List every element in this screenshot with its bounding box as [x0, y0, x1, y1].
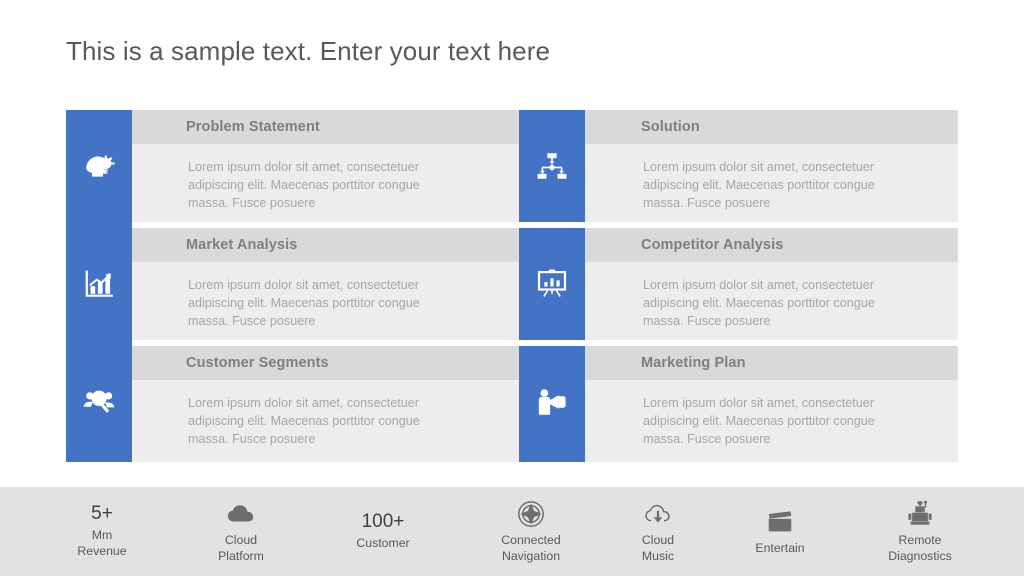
stat-item-connected-navigation[interactable]: Connected Navigation — [470, 487, 592, 576]
matrix-cell-solution[interactable]: Solution Lorem ipsum dolor sit amet, con… — [585, 110, 958, 222]
stat-label: Customer — [356, 536, 410, 551]
right-rows: Solution Lorem ipsum dolor sit amet, con… — [585, 110, 958, 462]
stat-item-cloud-music[interactable]: Cloud Music — [600, 487, 716, 576]
cell-body: Lorem ipsum dolor sit amet, consectetuer… — [132, 144, 519, 222]
presentation-chart-icon — [519, 228, 585, 340]
cell-body-text: Lorem ipsum dolor sit amet, consectetuer… — [643, 396, 875, 447]
left-icon-rail — [66, 110, 132, 462]
right-icon-rail — [519, 110, 585, 462]
matrix-cell-market-analysis[interactable]: Market Analysis Lorem ipsum dolor sit am… — [132, 228, 519, 340]
cell-body-text: Lorem ipsum dolor sit amet, consectetuer… — [188, 160, 420, 211]
stat-label: Cloud Music — [641, 532, 675, 563]
stat-label: Connected Navigation — [501, 532, 561, 563]
stat-label: Remote Diagnostics — [888, 532, 952, 563]
cell-header: Market Analysis — [132, 228, 519, 262]
cell-heading-text: Solution — [641, 119, 700, 135]
robot-icon — [908, 500, 932, 525]
cell-heading-text: Market Analysis — [186, 237, 298, 253]
matrix-cell-customer-segments[interactable]: Customer Segments Lorem ipsum dolor sit … — [132, 346, 519, 462]
compass-icon — [518, 500, 544, 527]
stat-label: Mm Revenue — [77, 528, 127, 558]
cloud-download-icon — [645, 504, 670, 523]
matrix-cell-competitor-analysis[interactable]: Competitor Analysis Lorem ipsum dolor si… — [585, 228, 958, 340]
cell-body-text: Lorem ipsum dolor sit amet, consectetuer… — [188, 396, 420, 447]
cell-body-text: Lorem ipsum dolor sit amet, consectetuer… — [643, 160, 875, 211]
cell-heading-text: Customer Segments — [186, 355, 329, 371]
matrix-left-column: Problem Statement Lorem ipsum dolor sit … — [66, 110, 519, 462]
cell-body: Lorem ipsum dolor sit amet, consectetuer… — [585, 262, 958, 340]
cell-body-text: Lorem ipsum dolor sit amet, consectetuer… — [643, 278, 875, 329]
matrix-cell-marketing-plan[interactable]: Marketing Plan Lorem ipsum dolor sit ame… — [585, 346, 958, 462]
stat-label: Entertain — [755, 540, 805, 555]
stat-value: 100+ — [361, 511, 405, 533]
stat-item-entertain[interactable]: Entertain — [722, 487, 838, 576]
cell-body: Lorem ipsum dolor sit amet, consectetuer… — [132, 380, 519, 462]
bar-chart-growth-icon — [66, 228, 132, 340]
clapperboard-icon — [768, 510, 792, 531]
cell-body: Lorem ipsum dolor sit amet, consectetuer… — [585, 144, 958, 222]
stat-value: 5+ — [91, 503, 113, 525]
cell-header: Problem Statement — [132, 110, 519, 144]
matrix-container: Problem Statement Lorem ipsum dolor sit … — [66, 110, 958, 462]
stat-item-remote-diagnostics[interactable]: Remote Diagnostics — [862, 487, 978, 576]
megaphone-person-icon — [519, 346, 585, 458]
stat-item-cloud-platform[interactable]: Cloud Platform — [183, 487, 299, 576]
matrix-right-column: Solution Lorem ipsum dolor sit amet, con… — [519, 110, 958, 462]
bottom-stats-strip: 5+ Mm Revenue Cloud Platform 100+ Custom… — [0, 487, 1024, 576]
hierarchy-flowchart-icon — [519, 110, 585, 222]
cell-header: Solution — [585, 110, 958, 144]
cell-body: Lorem ipsum dolor sit amet, consectetuer… — [585, 380, 958, 462]
cell-header: Customer Segments — [132, 346, 519, 380]
stat-label: Cloud Platform — [218, 532, 264, 563]
cell-heading-text: Competitor Analysis — [641, 237, 784, 253]
cell-heading-text: Problem Statement — [186, 119, 320, 135]
cell-header: Competitor Analysis — [585, 228, 958, 262]
people-search-icon — [66, 346, 132, 458]
cell-body: Lorem ipsum dolor sit amet, consectetuer… — [132, 262, 519, 340]
cell-header: Marketing Plan — [585, 346, 958, 380]
stat-item-revenue[interactable]: 5+ Mm Revenue — [44, 487, 160, 576]
cloud-icon — [227, 505, 254, 522]
page-title: This is a sample text. Enter your text h… — [66, 36, 551, 66]
head-lightbulb-icon — [66, 110, 132, 222]
matrix-cell-problem-statement[interactable]: Problem Statement Lorem ipsum dolor sit … — [132, 110, 519, 222]
cell-heading-text: Marketing Plan — [641, 355, 746, 371]
left-rows: Problem Statement Lorem ipsum dolor sit … — [132, 110, 519, 462]
stat-item-customer[interactable]: 100+ Customer — [325, 487, 441, 576]
cell-body-text: Lorem ipsum dolor sit amet, consectetuer… — [188, 278, 420, 329]
